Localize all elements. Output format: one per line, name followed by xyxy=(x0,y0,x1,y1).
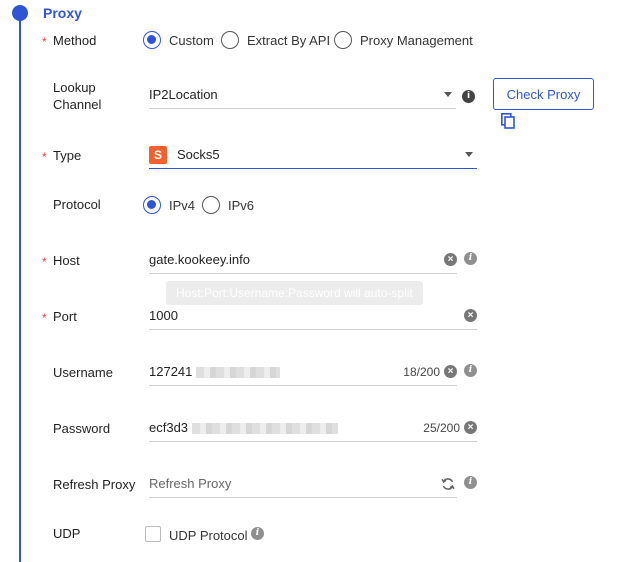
check-proxy-button[interactable]: Check Proxy xyxy=(493,78,594,110)
udp-protocol-label: UDP Protocol xyxy=(169,528,248,543)
required-marker: * xyxy=(42,255,47,269)
required-marker: * xyxy=(42,150,47,164)
protocol-option-ipv6[interactable]: IPv6 xyxy=(202,196,254,214)
required-marker: * xyxy=(42,35,47,49)
type-label: Type xyxy=(53,148,82,163)
protocol-option-label: IPv6 xyxy=(228,197,255,213)
char-count: 18/200 xyxy=(403,364,440,379)
info-icon[interactable]: i xyxy=(462,90,475,103)
clear-icon[interactable]: × xyxy=(464,421,477,434)
copy-icon[interactable] xyxy=(501,113,515,129)
username-label: Username xyxy=(53,365,113,380)
method-option-label: Custom xyxy=(169,32,214,48)
host-input[interactable]: gate.kookeey.info × xyxy=(149,246,457,274)
step-line xyxy=(19,14,21,562)
password-input[interactable]: ecf3d3 25/200 × xyxy=(149,414,477,442)
step-dot xyxy=(12,5,28,21)
lookup-channel-label: Lookup Channel xyxy=(53,80,102,112)
radio-unchecked-icon xyxy=(221,31,239,49)
info-icon[interactable]: i xyxy=(251,527,264,540)
radio-unchecked-icon xyxy=(334,31,352,49)
type-value: Socks5 xyxy=(177,147,220,162)
redacted-text xyxy=(196,367,281,379)
protocol-label: Protocol xyxy=(53,197,101,212)
host-value: gate.kookeey.info xyxy=(149,252,250,267)
refresh-icon[interactable] xyxy=(441,477,455,491)
lookup-channel-select[interactable]: IP2Location xyxy=(149,81,456,109)
udp-protocol-checkbox[interactable] xyxy=(145,526,161,542)
method-label: Method xyxy=(53,33,97,48)
protocol-option-label: IPv4 xyxy=(169,197,196,213)
clear-icon[interactable]: × xyxy=(444,365,457,378)
password-value: ecf3d3 xyxy=(149,420,189,435)
password-label: Password xyxy=(53,421,111,436)
protocol-option-ipv4[interactable]: IPv4 xyxy=(143,196,195,214)
info-icon[interactable]: i xyxy=(464,364,477,377)
type-select[interactable]: S Socks5 xyxy=(149,141,477,169)
radio-unchecked-icon xyxy=(202,196,220,214)
method-option-label: Proxy Management xyxy=(360,32,473,48)
info-icon[interactable]: i xyxy=(464,476,477,489)
socks-icon: S xyxy=(149,145,167,164)
refresh-proxy-input[interactable]: Refresh Proxy xyxy=(149,470,457,498)
udp-label: UDP xyxy=(53,526,81,541)
char-count: 25/200 xyxy=(423,420,460,435)
port-input[interactable]: 1000 × xyxy=(149,302,477,330)
redacted-text xyxy=(191,423,338,435)
refresh-proxy-label: Refresh Proxy xyxy=(53,477,136,492)
required-marker: * xyxy=(42,311,47,325)
clear-icon[interactable]: × xyxy=(464,309,477,322)
username-input[interactable]: 127241 18/200 × xyxy=(149,358,457,386)
clear-icon[interactable]: × xyxy=(444,253,457,266)
method-option-extract-by-api[interactable]: Extract By API xyxy=(221,31,330,49)
radio-checked-icon xyxy=(143,31,161,49)
radio-checked-icon xyxy=(143,196,161,214)
chevron-down-icon xyxy=(465,152,473,157)
chevron-down-icon xyxy=(444,92,452,97)
method-option-label: Extract By API xyxy=(247,32,331,48)
refresh-proxy-placeholder: Refresh Proxy xyxy=(149,476,232,491)
username-value: 127241 xyxy=(149,364,193,379)
port-value: 1000 xyxy=(149,308,178,323)
host-label: Host xyxy=(53,253,80,268)
method-option-proxy-management[interactable]: Proxy Management xyxy=(334,31,473,49)
section-title: Proxy xyxy=(43,5,82,21)
lookup-channel-value: IP2Location xyxy=(149,87,218,102)
method-option-custom[interactable]: Custom xyxy=(143,31,214,49)
info-icon[interactable]: i xyxy=(464,252,477,265)
port-label: Port xyxy=(53,309,77,324)
